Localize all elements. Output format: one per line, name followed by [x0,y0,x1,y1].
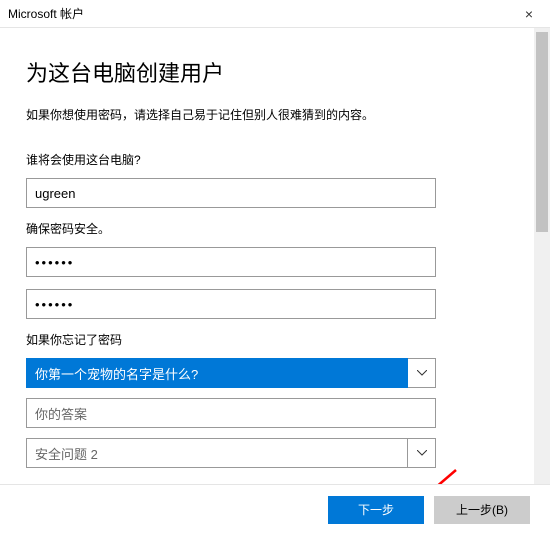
dialog-footer: 下一步 上一步(B) [0,484,550,534]
username-input[interactable]: ugreen [26,178,436,208]
username-label: 谁将会使用这台电脑? [26,151,508,168]
page-title: 为这台电脑创建用户 [26,56,508,88]
password-section-label: 确保密码安全。 [26,220,508,237]
back-button[interactable]: 上一步(B) [434,496,530,524]
security-question-2-select[interactable]: 安全问题 2 [26,438,436,468]
scrollbar-thumb[interactable] [536,32,548,232]
password-confirm-input[interactable]: •••••• [26,289,436,319]
window-title: Microsoft 帐户 [8,5,514,22]
security-answer-1-input[interactable]: 你的答案 [26,398,436,428]
next-button[interactable]: 下一步 [328,496,424,524]
security-question-1-select[interactable]: 你第一个宠物的名字是什么? [26,358,436,388]
chevron-down-icon[interactable] [408,438,436,468]
security-section-label: 如果你忘记了密码 [26,331,508,348]
security-question-2-placeholder: 安全问题 2 [26,438,408,468]
security-question-1-value: 你第一个宠物的名字是什么? [26,358,408,388]
password-confirm-value: •••••• [35,297,74,312]
back-button-label: 上一步(B) [456,501,508,518]
scroll-area: 为这台电脑创建用户 如果你想使用密码，请选择自己易于记住但别人很难猜到的内容。 … [0,28,550,534]
close-icon[interactable]: × [514,6,544,22]
dialog-content: 为这台电脑创建用户 如果你想使用密码，请选择自己易于记住但别人很难猜到的内容。 … [0,28,534,534]
password-input[interactable]: •••••• [26,247,436,277]
username-value: ugreen [35,186,75,201]
next-button-label: 下一步 [358,501,394,518]
vertical-scrollbar[interactable] [534,28,550,534]
password-value: •••••• [35,255,74,270]
window-titlebar: Microsoft 帐户 × [0,0,550,28]
page-subtitle: 如果你想使用密码，请选择自己易于记住但别人很难猜到的内容。 [26,106,508,123]
chevron-down-icon[interactable] [408,358,436,388]
security-answer-1-placeholder: 你的答案 [35,404,87,423]
